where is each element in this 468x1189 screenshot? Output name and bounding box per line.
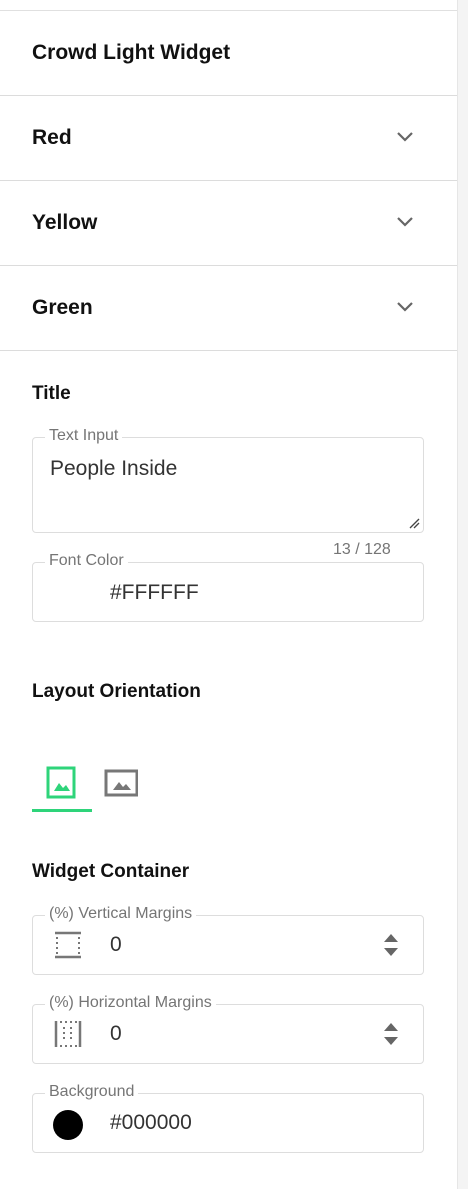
settings-panel: Crowd Light Widget Red Yellow Green Titl… bbox=[0, 0, 457, 1189]
background-label: Background bbox=[45, 1083, 139, 1101]
title-section-heading: Title bbox=[32, 383, 71, 404]
chevron-down-icon bbox=[397, 302, 413, 312]
layout-orientation-heading: Layout Orientation bbox=[32, 681, 201, 702]
accordion-red[interactable]: Red bbox=[0, 96, 457, 181]
title-text-input[interactable]: Text Input People Inside bbox=[32, 427, 424, 533]
landscape-image-icon[interactable] bbox=[104, 766, 138, 800]
accordion-red-label: Red bbox=[32, 126, 72, 149]
text-input-label: Text Input bbox=[45, 427, 123, 445]
accordion-yellow[interactable]: Yellow bbox=[0, 181, 457, 266]
portrait-image-icon[interactable] bbox=[45, 766, 79, 800]
vertical-margins-label: (%) Vertical Margins bbox=[45, 905, 197, 923]
vertical-margins-icon bbox=[55, 931, 81, 959]
number-spinner-icon[interactable] bbox=[382, 932, 400, 958]
scrollbar[interactable] bbox=[457, 0, 468, 1189]
font-color-field[interactable]: Font Color #FFFFFF bbox=[32, 552, 424, 622]
chevron-down-icon bbox=[397, 132, 413, 142]
accordion-green-label: Green bbox=[32, 296, 93, 319]
background-color-value[interactable]: #000000 bbox=[110, 1111, 192, 1135]
resize-handle-icon[interactable] bbox=[409, 518, 420, 529]
character-counter: 13 / 128 bbox=[333, 541, 391, 558]
number-spinner-icon[interactable] bbox=[382, 1021, 400, 1047]
chevron-down-icon bbox=[397, 217, 413, 227]
accordion-green[interactable]: Green bbox=[0, 266, 457, 351]
horizontal-margins-field[interactable]: (%) Horizontal Margins 0 bbox=[32, 994, 424, 1064]
font-color-label: Font Color bbox=[45, 552, 128, 570]
accordion-yellow-label: Yellow bbox=[32, 211, 98, 234]
vertical-margins-field[interactable]: (%) Vertical Margins 0 bbox=[32, 905, 424, 975]
font-color-value[interactable]: #FFFFFF bbox=[110, 581, 199, 605]
text-input-value[interactable]: People Inside bbox=[50, 457, 177, 481]
horizontal-margins-value[interactable]: 0 bbox=[110, 1022, 122, 1046]
horizontal-margins-icon bbox=[54, 1021, 82, 1047]
selected-orientation-indicator bbox=[32, 809, 92, 812]
panel-title: Crowd Light Widget bbox=[32, 41, 231, 64]
panel-header: Crowd Light Widget bbox=[0, 11, 457, 96]
widget-container-heading: Widget Container bbox=[32, 861, 190, 882]
background-color-field[interactable]: Background #000000 bbox=[32, 1083, 424, 1153]
horizontal-margins-label: (%) Horizontal Margins bbox=[45, 994, 216, 1012]
vertical-margins-value[interactable]: 0 bbox=[110, 933, 122, 957]
color-swatch[interactable] bbox=[53, 1110, 83, 1140]
